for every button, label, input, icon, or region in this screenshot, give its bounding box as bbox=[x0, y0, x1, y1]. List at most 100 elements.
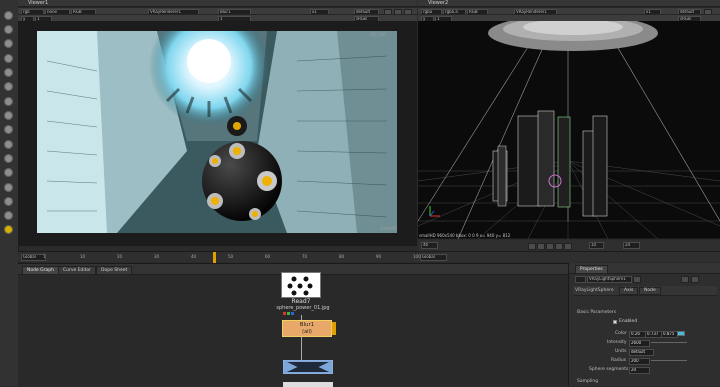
metadata-tool-icon[interactable] bbox=[4, 168, 13, 177]
viewer2-title[interactable]: Viewer2 bbox=[424, 0, 448, 7]
color-label: Color bbox=[615, 331, 627, 336]
timeline-tick-label: 70 bbox=[302, 254, 308, 259]
play-forward-button[interactable] bbox=[564, 243, 572, 250]
clear-panels-button[interactable] bbox=[633, 276, 641, 283]
read-thumbnail-icon bbox=[282, 273, 320, 297]
viewer1-controls-row2: y 1 1 sRGB bbox=[18, 14, 417, 23]
step-back-button[interactable] bbox=[537, 243, 545, 250]
blur-node-name: Blur1 bbox=[299, 322, 315, 328]
units-select[interactable]: default bbox=[629, 349, 654, 356]
color-b-field[interactable]: 0.875 bbox=[661, 331, 678, 338]
tab-node-graph[interactable]: Node Graph bbox=[22, 266, 59, 275]
read-node-thumbnail[interactable] bbox=[281, 272, 321, 298]
read-channel-blue bbox=[291, 312, 294, 315]
intensity-label: Intensity bbox=[607, 340, 627, 345]
next-node-partial[interactable] bbox=[283, 382, 333, 387]
blur-output-pipe bbox=[301, 337, 302, 362]
timeline-scope-right[interactable]: Global bbox=[420, 254, 447, 261]
filter-tool-icon[interactable] bbox=[4, 82, 13, 91]
node-graph-panel: Node Graph Curve Editor Dope Sheet Read7… bbox=[18, 263, 568, 387]
viewer2-status-line: smallHD 960x540 bbox: 0 0 9 x= 940 y= 81… bbox=[419, 233, 511, 238]
viewer2-3d-viewport[interactable] bbox=[418, 21, 720, 239]
viewer1-info-tag: smallHD bbox=[380, 226, 397, 231]
units-label: Units bbox=[615, 349, 627, 354]
close-panel-button[interactable] bbox=[691, 276, 699, 283]
viewer2-header: Viewer2 bbox=[418, 0, 720, 7]
3d-tool-icon[interactable] bbox=[4, 140, 13, 149]
step-forward-button[interactable] bbox=[555, 243, 563, 250]
tab-dope-sheet[interactable]: Dope Sheet bbox=[96, 266, 133, 275]
tab-node[interactable]: Node bbox=[639, 287, 661, 295]
color-g-field[interactable]: 0.737 bbox=[645, 331, 662, 338]
intensity-slider[interactable] bbox=[651, 342, 687, 343]
viewer1-title[interactable]: Viewer1 bbox=[24, 0, 48, 7]
viewer2-frame-number[interactable]: 46 bbox=[421, 242, 438, 249]
timeline-tick-label: 10 bbox=[80, 254, 86, 259]
timeline-tick-label: 1 bbox=[43, 254, 46, 259]
read-node-name: Read7 bbox=[291, 298, 311, 305]
current-frame-marker[interactable] bbox=[213, 252, 217, 263]
time-tool-icon[interactable] bbox=[4, 39, 13, 48]
properties-panel: Properties VRayLightSphere1 VRayLightSph… bbox=[568, 263, 720, 386]
tab-properties[interactable]: Properties bbox=[575, 265, 608, 274]
image-tool-icon[interactable] bbox=[4, 11, 13, 20]
left-toolbar bbox=[0, 0, 19, 386]
intensity-field[interactable]: 2600 bbox=[629, 340, 650, 347]
blur-node-channels: (all) bbox=[302, 329, 312, 335]
viewer1-render-image bbox=[37, 31, 397, 233]
transform-tool-icon[interactable] bbox=[4, 125, 13, 134]
particles-tool-icon[interactable] bbox=[4, 183, 13, 192]
tab-axis[interactable]: Axis bbox=[619, 287, 639, 295]
vray-tool-icon[interactable] bbox=[4, 225, 13, 234]
toolsets-tool-icon[interactable] bbox=[4, 197, 13, 206]
max-panels-field[interactable] bbox=[575, 276, 586, 283]
viewer1-format-tag: HD_540 bbox=[370, 32, 386, 37]
sphere-segments-field[interactable]: 20 bbox=[629, 367, 650, 374]
read-channel-green bbox=[287, 312, 290, 315]
enabled-checkbox-label[interactable]: Enabled bbox=[619, 319, 637, 324]
fps-field[interactable]: 24 bbox=[623, 242, 640, 249]
blur-node[interactable]: Blur1 (all) bbox=[282, 320, 332, 337]
stop-button[interactable] bbox=[546, 243, 554, 250]
property-node-name[interactable]: VRayLightSphere1 bbox=[587, 276, 632, 283]
radius-label: Radius bbox=[611, 358, 627, 363]
read-channel-red bbox=[283, 312, 286, 315]
tab-curve-editor[interactable]: Curve Editor bbox=[58, 266, 97, 275]
radius-slider[interactable] bbox=[651, 360, 687, 361]
sampling-section[interactable]: Sampling bbox=[577, 379, 598, 384]
timeline-tick-label: 20 bbox=[117, 254, 123, 259]
viewer2-controls-row2: y 1 sRGB bbox=[418, 14, 720, 23]
global-timeline[interactable]: Global Global 1 10 20 30 40 50 60 70 80 90 100 bbox=[18, 251, 720, 263]
timeline-tick-label: 50 bbox=[228, 254, 234, 259]
timeline-tick-label: 90 bbox=[376, 254, 382, 259]
transform-node-icon[interactable] bbox=[283, 360, 333, 374]
draw-tool-icon[interactable] bbox=[4, 25, 13, 34]
read-node-file: sphere_power_01.jpg bbox=[276, 305, 330, 311]
views-tool-icon[interactable] bbox=[4, 154, 13, 163]
timeline-tick-label: 40 bbox=[191, 254, 197, 259]
enabled-checkbox[interactable] bbox=[613, 320, 617, 324]
playback-increment-field[interactable]: 10 bbox=[589, 242, 604, 249]
sphere-segments-label: Sphere segments bbox=[589, 367, 629, 372]
radius-field[interactable]: 200 bbox=[629, 358, 650, 365]
channel-tool-icon[interactable] bbox=[4, 54, 13, 63]
timeline-tick-label: 100 bbox=[413, 254, 421, 259]
timeline-tick-label: 60 bbox=[265, 254, 271, 259]
color-r-field[interactable]: 0.26 bbox=[629, 331, 646, 338]
keyer-tool-icon[interactable] bbox=[4, 97, 13, 106]
merge-tool-icon[interactable] bbox=[4, 111, 13, 120]
color-swatch[interactable] bbox=[677, 331, 685, 336]
property-node-class: VRayLightSphere bbox=[575, 288, 614, 293]
color-tool-icon[interactable] bbox=[4, 68, 13, 77]
timeline-tick-label: 80 bbox=[339, 254, 345, 259]
float-panel-button[interactable] bbox=[681, 276, 689, 283]
basic-parameters-section[interactable]: Basic Parameters bbox=[577, 310, 616, 315]
viewer1-controls-row1: rgb none RGB VRayRenderer1 Blur1 x1 defa… bbox=[18, 7, 417, 16]
timeline-tick-label: 30 bbox=[154, 254, 160, 259]
viewer2-controls-row1: rgba rgba.a RGB VRayRenderer1 x1 default bbox=[418, 7, 720, 16]
viewer1-header: Viewer1 bbox=[18, 0, 417, 7]
blur-mask-input[interactable] bbox=[332, 322, 336, 335]
play-backward-button[interactable] bbox=[528, 243, 536, 250]
viewer2-playback-bar: 46 10 24 bbox=[418, 240, 720, 251]
other-tool-icon[interactable] bbox=[4, 211, 13, 220]
